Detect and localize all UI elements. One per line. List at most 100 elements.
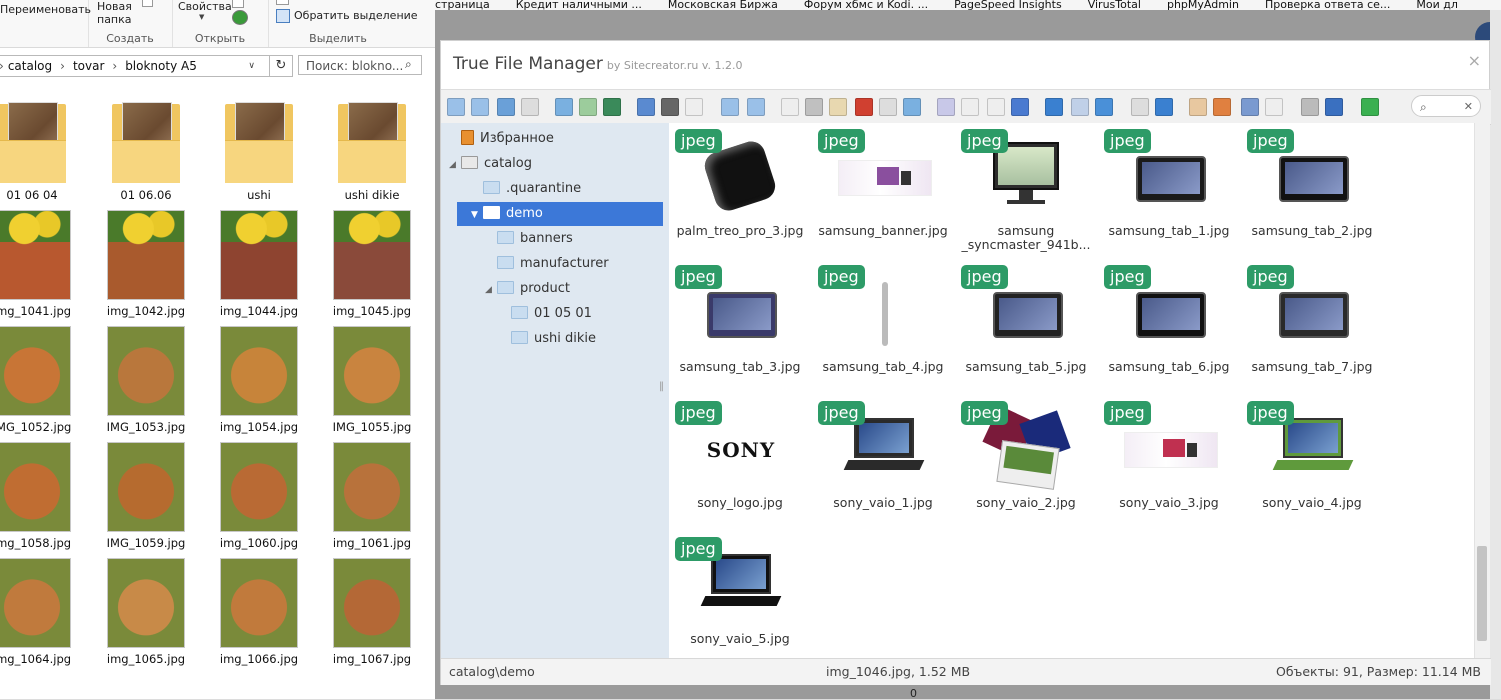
fullscreen-icon[interactable] bbox=[1361, 98, 1379, 116]
download-icon[interactable] bbox=[555, 98, 573, 116]
copy-icon[interactable] bbox=[781, 98, 799, 116]
explorer-file-item[interactable]: img_1066.jpg bbox=[209, 558, 309, 666]
explorer-file-item[interactable]: img_1044.jpg bbox=[209, 210, 309, 318]
bookmark-item[interactable]: Московская Биржа bbox=[668, 0, 778, 10]
properties-button[interactable]: Свойства bbox=[178, 0, 232, 13]
file-thumbnail-item[interactable]: jpeg samsung_tab_6.jpg bbox=[1099, 262, 1239, 392]
tree-toggle-icon[interactable]: ◢ bbox=[485, 278, 495, 302]
tree-item-product[interactable]: ◢ product bbox=[441, 277, 669, 301]
file-thumbnail-item[interactable]: jpeg palm_treo_pro_3.jpg bbox=[670, 126, 810, 256]
explorer-file-item[interactable]: img_1058.jpg bbox=[0, 442, 82, 550]
bookmark-item[interactable]: Мои дл bbox=[1416, 0, 1458, 10]
settings-icon[interactable] bbox=[1301, 98, 1319, 116]
explorer-file-item[interactable]: IMG_1055.jpg bbox=[322, 326, 422, 434]
breadcrumb-item[interactable]: tovar bbox=[73, 59, 104, 73]
new-item-icon[interactable] bbox=[142, 0, 153, 7]
file-thumbnail-item[interactable]: jpeg samsung_tab_3.jpg bbox=[670, 262, 810, 392]
open-icon[interactable] bbox=[232, 0, 244, 8]
open-icon[interactable] bbox=[637, 98, 655, 116]
file-thumbnail-item[interactable]: jpeg sony_vaio_1.jpg bbox=[813, 398, 953, 528]
bookmark-item[interactable]: Форум хбмс и Kodi. ... bbox=[804, 0, 928, 10]
paste-icon[interactable] bbox=[829, 98, 847, 116]
file-thumbnail-item[interactable]: jpeg sony_vaio_2.jpg bbox=[956, 398, 1096, 528]
archive-icon[interactable] bbox=[1189, 98, 1207, 116]
grid-large-icon[interactable] bbox=[1045, 98, 1063, 116]
chevron-down-icon[interactable]: ▼ bbox=[199, 13, 204, 21]
undo-icon[interactable] bbox=[721, 98, 739, 116]
explorer-file-item[interactable]: img_1041.jpg bbox=[0, 210, 82, 318]
resize-icon[interactable] bbox=[903, 98, 921, 116]
close-icon[interactable]: × bbox=[1468, 51, 1481, 70]
file-thumbnail-item[interactable]: jpeg samsung_tab_5.jpg bbox=[956, 262, 1096, 392]
file-thumbnail-item[interactable]: jpeg samsung_tab_2.jpg bbox=[1242, 126, 1382, 256]
rename-button[interactable]: Переименовать bbox=[0, 3, 91, 16]
address-dropdown-icon[interactable]: ∨ bbox=[248, 56, 255, 76]
explorer-file-item[interactable]: img_1054.jpg bbox=[209, 326, 309, 434]
clear-search-icon[interactable]: ✕ bbox=[1464, 96, 1473, 118]
list-view-icon[interactable] bbox=[1241, 98, 1259, 116]
file-thumbnail-item[interactable]: jpeg SONY sony_logo.jpg bbox=[670, 398, 810, 528]
save-as-icon[interactable] bbox=[661, 98, 679, 116]
tree-item-01-05-01[interactable]: 01 05 01 bbox=[441, 302, 669, 326]
bookmark-item[interactable]: VirusTotal bbox=[1088, 0, 1141, 10]
explorer-file-item[interactable]: img_1064.jpg bbox=[0, 558, 82, 666]
refresh-icon[interactable]: ↻ bbox=[270, 55, 293, 77]
empty-icon[interactable] bbox=[879, 98, 897, 116]
explorer-file-item[interactable]: img_1042.jpg bbox=[96, 210, 196, 318]
file-thumbnail-item[interactable]: jpeg sony_vaio_5.jpg bbox=[670, 534, 810, 658]
explorer-file-item[interactable]: IMG_1053.jpg bbox=[96, 326, 196, 434]
cut-icon[interactable] bbox=[805, 98, 823, 116]
bookmark-item[interactable]: phpMyAdmin bbox=[1167, 0, 1239, 10]
tree-toggle-icon[interactable]: ◢ bbox=[449, 153, 459, 177]
invert-selection-icon[interactable] bbox=[276, 9, 290, 23]
file-thumbnail-item[interactable]: jpeg samsung_tab_1.jpg bbox=[1099, 126, 1239, 256]
breadcrumb-item[interactable]: catalog bbox=[8, 59, 52, 73]
pane-splitter[interactable]: ‖ bbox=[659, 381, 664, 392]
grid-medium-icon[interactable] bbox=[1095, 98, 1113, 116]
new-folder-button[interactable]: Новая папка bbox=[97, 0, 147, 26]
explorer-file-item[interactable]: img_1060.jpg bbox=[209, 442, 309, 550]
home-icon[interactable] bbox=[521, 98, 539, 116]
browser-scrollbar[interactable] bbox=[1490, 10, 1501, 699]
edit-icon[interactable] bbox=[987, 98, 1005, 116]
info-icon[interactable] bbox=[1155, 98, 1173, 116]
address-bar[interactable]: › catalog › tovar › bloknoty A5 ∨ bbox=[0, 55, 270, 77]
file-thumbnail-item[interactable]: jpeg sony_vaio_3.jpg bbox=[1099, 398, 1239, 528]
grid-small-icon[interactable] bbox=[1071, 98, 1089, 116]
select-none-icon[interactable] bbox=[276, 0, 289, 5]
file-thumbnail-item[interactable]: jpeg sony_vaio_4.jpg bbox=[1242, 398, 1382, 528]
duplicate-icon[interactable] bbox=[937, 98, 955, 116]
explorer-file-item[interactable]: img_1065.jpg bbox=[96, 558, 196, 666]
file-thumbnail-item[interactable]: jpeg samsung_tab_7.jpg bbox=[1242, 262, 1382, 392]
forward-icon[interactable] bbox=[471, 98, 489, 116]
file-thumbnail-item[interactable]: jpeg samsung _syncmaster_941b... bbox=[956, 126, 1096, 256]
up-icon[interactable] bbox=[497, 98, 515, 116]
tree-item-catalog[interactable]: ◢ catalog bbox=[441, 152, 669, 176]
search-icon[interactable]: ⌕ bbox=[405, 57, 412, 72]
new-file-icon[interactable] bbox=[579, 98, 597, 116]
explorer-folder-item[interactable]: ushi dikie bbox=[322, 100, 422, 202]
file-grid-scrollbar[interactable] bbox=[1474, 123, 1490, 658]
preview-icon[interactable] bbox=[1131, 98, 1149, 116]
extract-icon[interactable] bbox=[1213, 98, 1231, 116]
tree-toggle-icon[interactable]: ▼ bbox=[471, 203, 481, 227]
explorer-file-item[interactable]: img_1067.jpg bbox=[322, 558, 422, 666]
bookmark-item[interactable]: Кредит наличными ... bbox=[516, 0, 642, 10]
back-icon[interactable] bbox=[447, 98, 465, 116]
tree-item-manufacturer[interactable]: manufacturer bbox=[441, 252, 669, 276]
explorer-folder-item[interactable]: ushi bbox=[209, 100, 309, 202]
tree-item-demo[interactable]: ▼ demo bbox=[457, 202, 663, 226]
bookmark-item[interactable]: страница bbox=[435, 0, 490, 10]
invert-selection-button[interactable]: Обратить выделение bbox=[294, 9, 418, 22]
file-thumbnail-item[interactable]: jpeg samsung_tab_4.jpg bbox=[813, 262, 953, 392]
scrollbar-thumb[interactable] bbox=[1477, 546, 1487, 641]
explorer-folder-item[interactable]: 01 06 04 bbox=[0, 100, 82, 202]
tree-item-ushi-dikie[interactable]: ushi dikie bbox=[441, 327, 669, 351]
bookmark-item[interactable]: Проверка ответа се... bbox=[1265, 0, 1390, 10]
history-icon[interactable] bbox=[232, 10, 248, 25]
breadcrumb-item[interactable]: bloknoty A5 bbox=[125, 59, 197, 73]
select-all-icon[interactable] bbox=[961, 98, 979, 116]
upload-icon[interactable] bbox=[1011, 98, 1029, 116]
tree-item-banners[interactable]: banners bbox=[441, 227, 669, 251]
explorer-file-item[interactable]: IMG_1052.jpg bbox=[0, 326, 82, 434]
